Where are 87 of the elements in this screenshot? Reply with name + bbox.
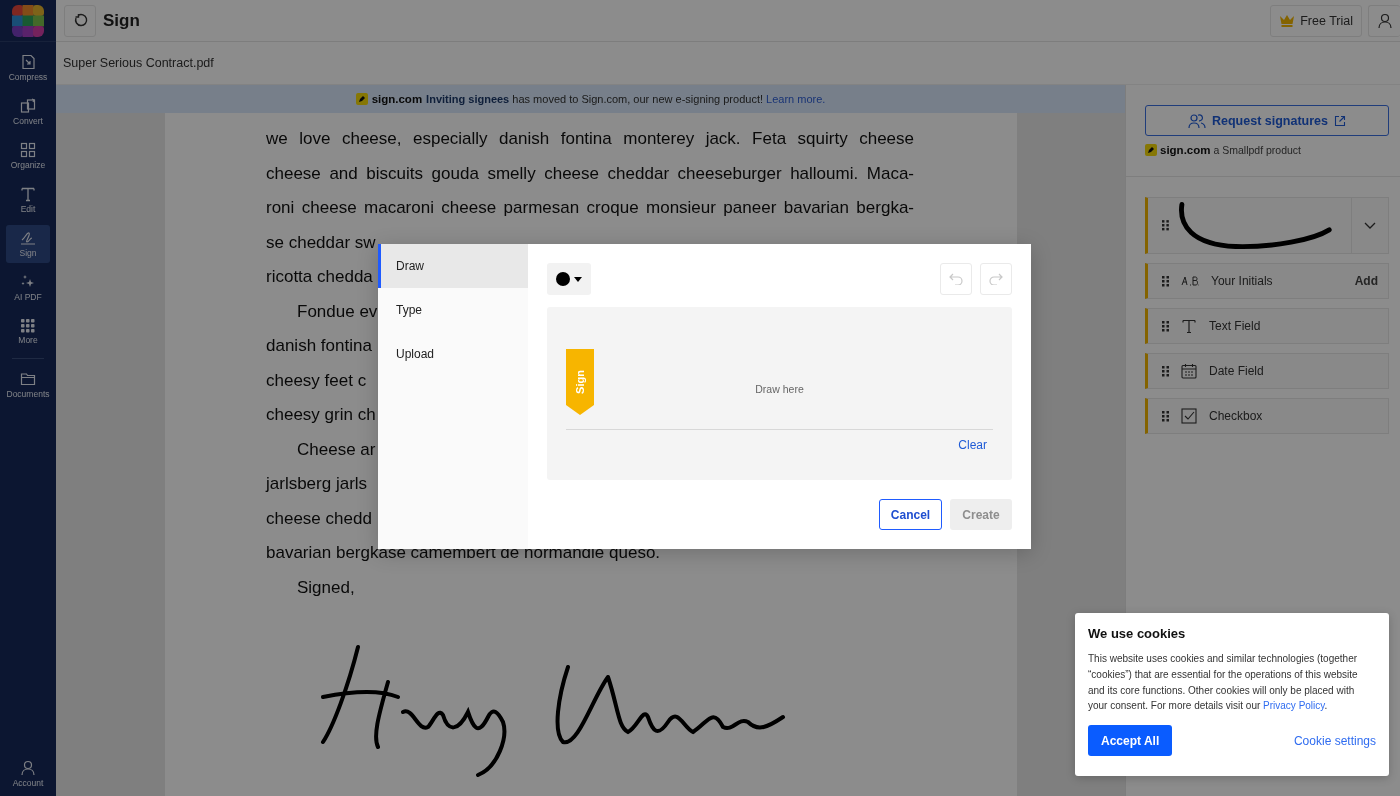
- file-name: Super Serious Contract.pdf: [63, 56, 214, 70]
- field-label: Your Initials: [1211, 274, 1273, 288]
- pen-color-button[interactable]: [547, 263, 591, 295]
- document-text-line: Fondue ev: [296, 300, 378, 323]
- undo-icon: [949, 273, 963, 285]
- document-text-line: cheese and biscuits gouda smelly cheese cheddar cheeseburger halloumi. Maca-: [266, 162, 914, 185]
- external-link-icon: [1334, 114, 1346, 127]
- sidebar-item[interactable]: Edit: [6, 181, 50, 219]
- field-label: Date Field: [1209, 364, 1264, 378]
- document-text-line: danish fontina: [266, 335, 372, 357]
- signature-field[interactable]: [1145, 197, 1389, 254]
- sidebar-item[interactable]: AI PDF: [6, 269, 50, 307]
- drag-handle-icon[interactable]: [1162, 220, 1169, 231]
- signature-icon: [20, 230, 36, 246]
- grid-icon: [20, 142, 36, 158]
- document-text-line: roni cheese macaroni cheese parmesan croque monsieur paneer bavarian bergka-: [266, 197, 914, 219]
- free-trial-button[interactable]: Free Trial: [1270, 4, 1362, 37]
- drag-handle-icon[interactable]: [1162, 320, 1169, 332]
- document-text-line: ricotta chedda: [266, 266, 373, 288]
- sidebar-item[interactable]: Compress: [6, 49, 50, 87]
- document-text-line: we love cheese, especially danish fontina monterey jack. Feta squirty cheese: [266, 128, 914, 150]
- text-icon: [20, 186, 36, 202]
- document-text-line: cheesy feet c: [266, 369, 367, 392]
- checkbox-icon: [1181, 408, 1197, 424]
- redo-icon: [989, 273, 1003, 285]
- sidebar-item[interactable]: Organize: [6, 137, 50, 175]
- pen-logo-icon: [1145, 144, 1157, 156]
- sign-flag: Sign: [566, 349, 594, 415]
- person-icon: [20, 760, 36, 776]
- clear-link[interactable]: Clear: [958, 438, 987, 452]
- undo-icon: [72, 12, 88, 29]
- notice-text: Inviting signees has moved to Sign.com, our new e-signing product! Learn more.: [426, 93, 826, 105]
- drag-handle-icon[interactable]: [1162, 275, 1169, 287]
- add-button[interactable]: Add: [1344, 274, 1388, 288]
- field-label: Text Field: [1209, 319, 1261, 333]
- sidebar-item[interactable]: Convert: [6, 93, 50, 131]
- drawing-placeholder: Draw here: [754, 383, 805, 395]
- document-text-line: cheese chedd: [266, 507, 372, 530]
- convert-icon: [20, 98, 36, 114]
- sidebar-item[interactable]: Sign: [6, 225, 50, 263]
- document-text-line: Signed,: [296, 576, 355, 599]
- pen-logo-icon: [355, 93, 368, 105]
- people-icon: [1188, 112, 1206, 129]
- calendar-icon: [1181, 363, 1197, 379]
- field-label: Checkbox: [1209, 409, 1263, 423]
- learn-more-link[interactable]: Learn more.: [766, 93, 826, 105]
- field-item[interactable]: Text Field: [1145, 308, 1389, 344]
- cookie-title: We use cookies: [1088, 626, 1187, 641]
- request-signatures-button[interactable]: Request signatures: [1145, 105, 1389, 136]
- caret-icon: [574, 276, 582, 282]
- page-title: Sign: [103, 10, 140, 31]
- drag-handle-icon[interactable]: [1162, 365, 1169, 377]
- document-text-line: jarlsberg jarls: [266, 473, 368, 495]
- field-item[interactable]: Checkbox: [1145, 398, 1389, 434]
- drag-handle-icon[interactable]: [1162, 410, 1169, 422]
- brand-name: sign.com: [371, 93, 423, 105]
- cookie-settings-link[interactable]: Cookie settings: [1293, 733, 1376, 748]
- chevron-down-icon: [1363, 221, 1376, 230]
- document-text-line: cheesy grin ch: [266, 404, 376, 426]
- document-text-line: se cheddar sw: [266, 231, 376, 254]
- crown-icon: [1279, 14, 1296, 27]
- cookie-text: This website uses cookies and similar technologies (together “cookies”) that are essential for the operations of this website and its core functions. Other cookies will only be placed with your consent. For more details visit our Privacy Policy.: [1088, 652, 1359, 714]
- brand-tagline: a Smallpdf product: [1213, 144, 1302, 156]
- person-icon: [1376, 12, 1393, 29]
- text-icon: [1181, 318, 1197, 334]
- back-button[interactable]: [64, 4, 96, 37]
- sidebar-item[interactable]: More: [6, 313, 50, 351]
- cancel-button[interactable]: Cancel: [879, 499, 942, 530]
- dialog-tab[interactable]: Draw: [378, 244, 528, 288]
- field-item[interactable]: Your Initials Add: [1145, 263, 1389, 299]
- logo-icon[interactable]: [12, 4, 44, 37]
- dialog-tab[interactable]: Upload: [378, 332, 528, 376]
- privacy-policy-link[interactable]: Privacy Policy: [1263, 700, 1325, 712]
- document-text-line: Cheese ar: [296, 438, 376, 461]
- field-item[interactable]: Date Field: [1145, 353, 1389, 389]
- accept-all-button[interactable]: Accept All: [1088, 725, 1173, 757]
- brand-name: sign.com: [1160, 144, 1211, 156]
- sidebar-item[interactable]: Documents: [6, 366, 50, 404]
- color-dot-icon: [556, 272, 570, 286]
- account-button[interactable]: Account: [6, 755, 50, 793]
- compress-icon: [20, 54, 36, 70]
- dialog-tab[interactable]: Type: [378, 288, 528, 332]
- folder-icon: [20, 371, 36, 387]
- account-button[interactable]: [1368, 4, 1400, 37]
- drawing-area[interactable]: Sign Draw here Clear: [547, 307, 1012, 480]
- initials-icon: [1181, 276, 1199, 286]
- dots-grid-icon: [21, 319, 35, 333]
